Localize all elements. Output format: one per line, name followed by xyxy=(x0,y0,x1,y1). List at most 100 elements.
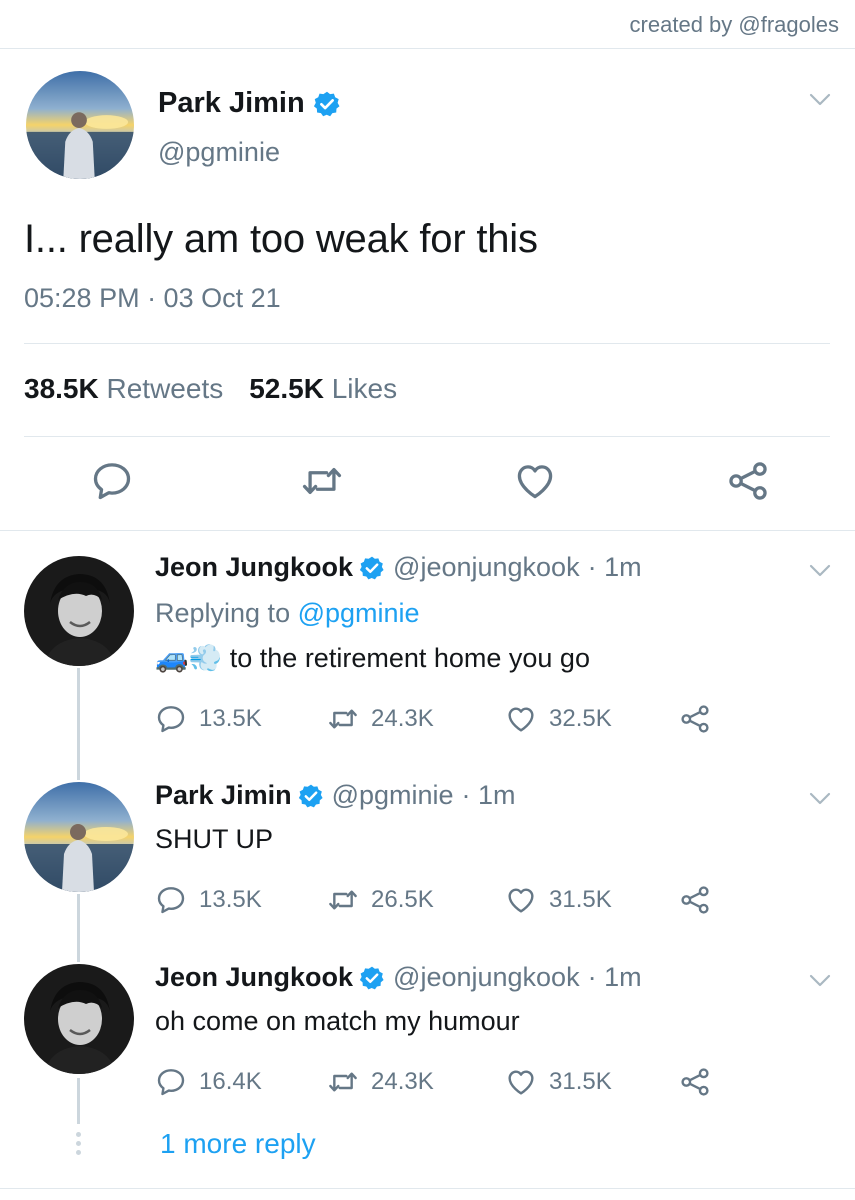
chevron-down-icon[interactable] xyxy=(809,792,831,806)
author-handle[interactable]: @jeonjungkook xyxy=(393,962,580,993)
thread-line xyxy=(77,894,80,962)
author-handle[interactable]: @pgminie xyxy=(158,137,280,168)
reply-button[interactable]: 16.4K xyxy=(155,1066,262,1098)
likes-stat[interactable]: 52.5K Likes xyxy=(249,373,397,405)
author-name[interactable]: Park Jimin xyxy=(155,780,292,811)
reply-time: · 1m xyxy=(587,962,642,992)
car-dash-emoji: 🚙💨 xyxy=(155,643,223,673)
retweet-count: 24.3K xyxy=(371,1068,434,1095)
verified-badge-icon xyxy=(298,783,324,809)
like-icon[interactable] xyxy=(513,459,557,503)
avatar-image xyxy=(24,782,134,892)
likes-count: 52.5K xyxy=(249,373,324,404)
avatar[interactable] xyxy=(24,556,134,666)
avatar[interactable] xyxy=(24,782,134,892)
tweet-text: I... really am too weak for this xyxy=(24,217,538,261)
divider xyxy=(0,1188,855,1189)
share-icon xyxy=(679,884,711,916)
like-count: 32.5K xyxy=(549,705,612,732)
author-handle[interactable]: @pgminie xyxy=(332,780,454,811)
verified-badge-icon xyxy=(359,555,385,581)
share-icon xyxy=(679,1066,711,1098)
reply-time: · 1m xyxy=(587,552,642,582)
reply-button[interactable]: 13.5K xyxy=(155,703,262,735)
like-button[interactable]: 31.5K xyxy=(505,884,612,916)
share-button[interactable] xyxy=(679,703,711,735)
reply-icon xyxy=(155,1066,187,1098)
author-name-row[interactable]: Park Jimin xyxy=(158,87,341,120)
chevron-down-icon[interactable] xyxy=(809,564,831,578)
retweet-button[interactable]: 26.5K xyxy=(327,884,434,916)
tweet-stats: 38.5K Retweets 52.5K Likes xyxy=(24,373,397,405)
like-icon xyxy=(505,1066,537,1098)
retweet-count: 24.3K xyxy=(371,705,434,732)
verified-badge-icon xyxy=(313,90,341,118)
retweet-count: 26.5K xyxy=(371,886,434,913)
reply-icon[interactable] xyxy=(90,459,134,503)
like-button[interactable]: 32.5K xyxy=(505,703,612,735)
divider xyxy=(24,436,830,437)
avatar-image xyxy=(24,556,134,666)
divider xyxy=(0,48,855,49)
reply-count: 13.5K xyxy=(199,705,262,732)
reply-actions: 16.4K 24.3K 31.5K xyxy=(155,1066,755,1100)
author-name[interactable]: Jeon Jungkook xyxy=(155,962,353,993)
share-button[interactable] xyxy=(679,884,711,916)
reply-text: oh come on match my humour xyxy=(155,1006,520,1036)
reply-icon xyxy=(155,884,187,916)
reply-actions: 13.5K 24.3K 32.5K xyxy=(155,703,755,737)
retweet-icon[interactable] xyxy=(300,459,344,503)
reply-header: Jeon Jungkook @jeonjungkook · 1m xyxy=(155,962,642,993)
thread-line xyxy=(77,1078,80,1124)
replying-to: Replying to @pgminie xyxy=(155,598,420,629)
chevron-down-icon[interactable] xyxy=(809,93,831,107)
credit-text: created by @fragoles xyxy=(629,12,839,37)
retweet-button[interactable]: 24.3K xyxy=(327,703,434,735)
share-icon[interactable] xyxy=(726,459,770,503)
reply-text: to the retirement home you go xyxy=(229,643,590,673)
reply-text: SHUT UP xyxy=(155,824,274,854)
author-name[interactable]: Jeon Jungkook xyxy=(155,552,353,583)
retweets-count: 38.5K xyxy=(24,373,99,404)
retweets-stat[interactable]: 38.5K Retweets xyxy=(24,373,223,405)
avatar-image xyxy=(24,964,134,1074)
avatar-image xyxy=(26,71,134,179)
reply-count: 16.4K xyxy=(199,1068,262,1095)
replying-to-link[interactable]: @pgminie xyxy=(298,598,420,628)
divider xyxy=(24,343,830,344)
author-name[interactable]: Park Jimin xyxy=(158,87,305,120)
verified-badge-icon xyxy=(359,965,385,991)
reply-header: Jeon Jungkook @jeonjungkook · 1m xyxy=(155,552,642,583)
replying-prefix: Replying to xyxy=(155,598,291,628)
retweet-button[interactable]: 24.3K xyxy=(327,1066,434,1098)
reply-button[interactable]: 13.5K xyxy=(155,884,262,916)
avatar[interactable] xyxy=(26,71,134,179)
tweet-actions xyxy=(0,459,855,509)
like-icon xyxy=(505,884,537,916)
retweet-icon xyxy=(327,884,359,916)
like-count: 31.5K xyxy=(549,1068,612,1095)
avatar[interactable] xyxy=(24,964,134,1074)
likes-label: Likes xyxy=(331,373,398,404)
like-count: 31.5K xyxy=(549,886,612,913)
retweet-icon xyxy=(327,703,359,735)
like-icon xyxy=(505,703,537,735)
like-button[interactable]: 31.5K xyxy=(505,1066,612,1098)
reply-text-row: 🚙💨 to the retirement home you go xyxy=(155,642,590,674)
tweet-timestamp[interactable]: 05:28 PM · 03 Oct 21 xyxy=(24,283,281,314)
chevron-down-icon[interactable] xyxy=(809,974,831,988)
thread-line xyxy=(77,668,80,780)
more-replies-link[interactable]: 1 more reply xyxy=(160,1128,316,1160)
reply-time: · 1m xyxy=(461,780,516,810)
share-button[interactable] xyxy=(679,1066,711,1098)
divider xyxy=(0,530,855,531)
thread-dots xyxy=(75,1132,82,1159)
retweets-label: Retweets xyxy=(106,373,224,404)
author-handle[interactable]: @jeonjungkook xyxy=(393,552,580,583)
reply-header: Park Jimin @pgminie · 1m xyxy=(155,780,516,811)
retweet-icon xyxy=(327,1066,359,1098)
reply-actions: 13.5K 26.5K 31.5K xyxy=(155,884,755,918)
reply-count: 13.5K xyxy=(199,886,262,913)
reply-icon xyxy=(155,703,187,735)
share-icon xyxy=(679,703,711,735)
